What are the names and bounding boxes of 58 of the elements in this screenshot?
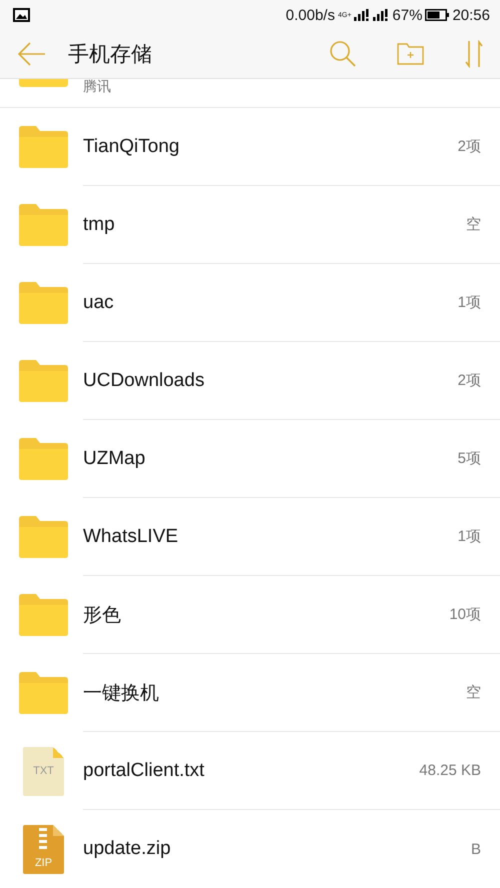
- file-row[interactable]: UZMap 5项: [0, 420, 500, 498]
- folder-icon: [19, 79, 68, 87]
- image-icon: [13, 8, 30, 22]
- folder-plus-icon: [397, 43, 424, 65]
- folder-icon: [19, 438, 68, 480]
- file-name: TianQiTong: [83, 136, 180, 158]
- file-row[interactable]: WhatsLIVE 1项: [0, 498, 500, 576]
- item-count: 2项: [458, 137, 481, 156]
- file-name: UCDownloads: [83, 370, 206, 392]
- screen-title: 手机存储: [68, 42, 152, 68]
- clock: 20:56: [452, 6, 490, 24]
- file-name: update.zip: [83, 838, 172, 860]
- back-button[interactable]: [18, 42, 46, 66]
- file-row[interactable]: ZIP update.zip B: [0, 810, 500, 888]
- item-count: 空: [466, 215, 481, 234]
- folder-icon: [19, 672, 68, 714]
- battery-percent: 67%: [392, 6, 422, 24]
- folder-name: 腾讯: [83, 79, 111, 93]
- file-row[interactable]: 一键换机 空: [0, 654, 500, 732]
- file-name: 形色: [83, 604, 122, 628]
- file-name: 一键换机: [83, 682, 160, 706]
- sort-icon: [464, 40, 484, 68]
- item-count: 2项: [458, 371, 481, 390]
- item-count: 空: [466, 683, 481, 702]
- file-name: tmp: [83, 214, 116, 236]
- search-icon: [329, 40, 357, 68]
- folder-icon: [19, 282, 68, 324]
- folder-icon: [19, 360, 68, 402]
- file-row[interactable]: tmp 空: [0, 186, 500, 264]
- file-size: B: [470, 840, 481, 858]
- back-arrow-icon: [18, 42, 46, 66]
- folder-icon: [19, 516, 68, 558]
- folder-icon: [19, 126, 68, 168]
- search-button[interactable]: [329, 40, 357, 68]
- network-speed: 0.00b/s: [286, 6, 335, 24]
- file-row[interactable]: TXT portalClient.txt 48.25 KB: [0, 732, 500, 810]
- folder-icon: [19, 594, 68, 636]
- sort-button[interactable]: [464, 40, 484, 68]
- battery-icon: [425, 9, 450, 21]
- signal-icon: [354, 9, 370, 21]
- zip-file-icon: ZIP: [23, 824, 64, 874]
- file-row[interactable]: TianQiTong 2项: [0, 108, 500, 186]
- file-name: uac: [83, 292, 115, 314]
- file-name: WhatsLIVE: [83, 526, 180, 548]
- file-row[interactable]: UCDownloads 2项: [0, 342, 500, 420]
- item-count: 1项: [458, 293, 481, 312]
- text-file-icon: TXT: [23, 746, 64, 796]
- file-row[interactable]: 形色 10项: [0, 576, 500, 654]
- signal-icon: [373, 9, 390, 21]
- new-folder-button[interactable]: [397, 43, 424, 65]
- folder-icon: [19, 204, 68, 246]
- file-name: portalClient.txt: [83, 760, 206, 782]
- item-count: 10项: [449, 605, 481, 624]
- item-count: 1项: [458, 527, 481, 546]
- file-size: 48.25 KB: [419, 762, 481, 779]
- file-row[interactable]: uac 1项: [0, 264, 500, 342]
- file-name: UZMap: [83, 448, 146, 470]
- item-count: 5项: [458, 449, 481, 468]
